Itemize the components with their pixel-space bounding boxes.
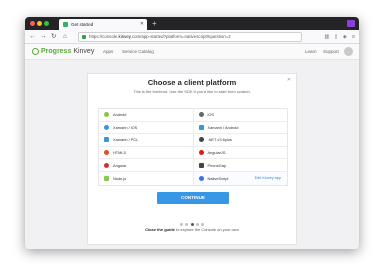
library-icon[interactable]: ▥ <box>325 34 330 40</box>
nav-learn[interactable]: Learn <box>305 44 317 60</box>
platform-option-ios[interactable]: iOS <box>192 109 288 121</box>
logo-product: Kinvey <box>73 48 95 55</box>
phonegap-icon <box>198 162 204 168</box>
platform-label: Android <box>113 112 127 118</box>
platform-row: Node.js NativeScript Edit Kinvey app <box>99 171 287 185</box>
pagination-dot[interactable] <box>201 223 205 226</box>
tab-get-started[interactable]: Get started ✕ <box>59 19 147 30</box>
platform-label: Xamarin / Android <box>207 124 239 130</box>
maximize-window-button[interactable] <box>44 21 49 26</box>
menu-icon[interactable]: ≡ <box>352 34 355 40</box>
platform-label: Xamarin / PCL <box>113 137 139 143</box>
dialog-subtitle: This is the frontend. Use the SDK if you… <box>133 89 251 94</box>
platform-label: iOS <box>207 112 215 118</box>
platform-label: PhoneGap <box>207 162 227 168</box>
nativescript-icon <box>198 175 204 181</box>
shield-icon[interactable]: ◈ <box>343 34 347 40</box>
url-prefix: https://console. <box>89 34 119 39</box>
tab-strip: Get started ✕ + <box>25 17 359 30</box>
platform-label: Angular <box>113 162 127 168</box>
platform-label: .NET v3.6plus <box>207 137 232 143</box>
platform-option-angularjs[interactable]: AngularJS <box>192 146 288 159</box>
angular-icon <box>104 162 109 168</box>
logo-brand: Progress <box>41 48 72 55</box>
close-guide-link[interactable]: Close the guide <box>145 227 175 232</box>
platform-label: Node.js <box>113 175 127 181</box>
platform-option-node-js[interactable]: Node.js <box>99 172 193 185</box>
android-icon <box>104 112 109 118</box>
logo-mark-icon <box>32 47 39 55</box>
close-tab-icon[interactable]: ✕ <box>140 19 144 30</box>
avatar[interactable] <box>344 47 353 56</box>
address-bar[interactable]: https://console.kinvey.com/app-started?p… <box>78 32 302 42</box>
edit-kinvey-app-link[interactable]: Edit Kinvey app <box>255 176 281 180</box>
platform-option-xamarin-android[interactable]: Xamarin / Android <box>192 121 288 134</box>
extension-badge-icon[interactable] <box>347 20 355 27</box>
minimize-window-button[interactable] <box>37 21 42 26</box>
lock-icon <box>82 35 86 39</box>
continue-button[interactable]: CONTINUE <box>157 192 229 204</box>
navigation-bar: ← → ↻ ⌂ https://console.kinvey.com/app-s… <box>25 30 359 44</box>
platform-label: AngularJS <box>207 150 226 156</box>
platform-grid: Android iOS Xamarin / iOS Xamarin / Android… <box>98 108 288 186</box>
platform-option-html5[interactable]: HTML5 <box>99 147 193 159</box>
url-path: .com/app-started?platform=nativescript#q… <box>130 34 231 39</box>
toolbar-icons: ▥ ▯ ◈ ≡ <box>321 32 355 42</box>
pagination-dot[interactable] <box>185 223 189 226</box>
platform-option-nativescript[interactable]: NativeScript Edit Kinvey app <box>192 171 287 185</box>
nav-support[interactable]: Support <box>323 44 339 60</box>
xamarin-icon <box>198 124 204 130</box>
platform-option-xamarin-pcl[interactable]: Xamarin / PCL <box>99 134 193 146</box>
progress-kinvey-logo[interactable]: Progress Kinvey <box>32 46 94 58</box>
platform-option-android[interactable]: Android <box>99 109 193 121</box>
footer-text: to explore the Console on your own <box>174 227 239 232</box>
main-content: ✕ Choose a client platform This is the f… <box>25 60 359 249</box>
app-header: Progress Kinvey Apps Service Catalog Lea… <box>25 44 359 60</box>
sidebar-icon[interactable]: ▯ <box>335 34 338 40</box>
platform-option-phonegap[interactable]: PhoneGap <box>192 159 288 171</box>
dialog-footer: Close the guide to explore the Console o… <box>88 227 296 232</box>
close-window-button[interactable] <box>30 21 35 26</box>
pagination-dot[interactable] <box>190 223 194 226</box>
html5-icon <box>104 150 109 156</box>
xamarin-icon <box>104 137 109 143</box>
tab-title: Get started <box>71 22 94 27</box>
platform-row: Xamarin / PCL .NET v3.6plus <box>99 134 287 147</box>
platform-option-angular[interactable]: Angular <box>99 159 193 171</box>
reload-icon[interactable]: ↻ <box>51 32 56 42</box>
pagination-dot[interactable] <box>179 223 183 226</box>
platform-option-net-v3-6plus[interactable]: .NET v3.6plus <box>192 134 288 146</box>
url-domain: kinvey <box>118 34 131 39</box>
nav-apps[interactable]: Apps <box>103 44 113 60</box>
platform-row: HTML5 AngularJS <box>99 146 288 160</box>
platform-label: Xamarin / iOS <box>113 124 138 130</box>
browser-window: Get started ✕ + ← → ↻ ⌂ https://console.… <box>25 17 359 249</box>
angularjs-icon <box>198 150 204 156</box>
xamarin-icon <box>104 124 109 130</box>
platform-row: Android iOS <box>99 109 287 122</box>
back-icon[interactable]: ← <box>29 32 36 42</box>
dialog-title: Choose a client platform <box>147 78 237 87</box>
platform-row: Xamarin / iOS Xamarin / Android <box>99 121 288 135</box>
forward-icon[interactable]: → <box>40 32 47 42</box>
platform-option-xamarin-ios[interactable]: Xamarin / iOS <box>99 122 193 134</box>
nodejs-icon <box>104 175 109 181</box>
nav-service-catalog[interactable]: Service Catalog <box>122 44 154 60</box>
favicon-icon <box>63 22 68 27</box>
home-icon[interactable]: ⌂ <box>63 32 67 42</box>
dotnet-icon <box>198 137 204 143</box>
apple-icon <box>198 112 204 118</box>
platform-label: NativeScript <box>207 175 229 181</box>
platform-row: Angular PhoneGap <box>99 159 287 172</box>
platform-dialog: ✕ Choose a client platform This is the f… <box>87 73 297 245</box>
new-tab-icon[interactable]: + <box>152 17 157 30</box>
pagination-dot[interactable] <box>195 223 199 226</box>
platform-label: HTML5 <box>113 150 126 156</box>
